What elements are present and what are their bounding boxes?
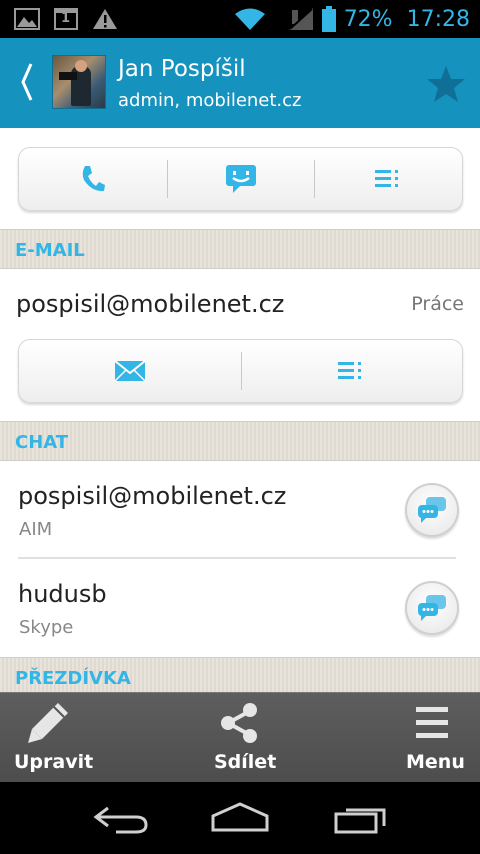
share-icon [221, 703, 257, 743]
edit-button[interactable]: Upravit [0, 693, 160, 782]
battery-icon [321, 6, 336, 32]
message-button[interactable] [166, 148, 315, 210]
contact-actions [18, 147, 463, 211]
calendar-day: 1 [61, 11, 71, 26]
home-icon[interactable] [205, 800, 275, 836]
signal-icon [288, 8, 313, 30]
warning-icon [93, 9, 117, 29]
back-chevron-icon[interactable] [20, 62, 34, 102]
email-more-button[interactable] [240, 340, 463, 402]
menu-button[interactable]: Menu [320, 693, 480, 782]
phone-icon [82, 166, 105, 192]
envelope-icon [114, 360, 146, 382]
section-title: PŘEZDÍVKA [15, 668, 131, 689]
chat-handle: hudusb [18, 580, 107, 608]
gallery-icon [14, 8, 40, 30]
email-actions [18, 339, 463, 403]
share-label: Sdílet [214, 751, 277, 773]
calendar-icon: 1 [54, 8, 78, 30]
more-actions-button[interactable] [314, 148, 462, 210]
section-title: E-MAIL [15, 240, 85, 261]
start-chat-button[interactable] [405, 483, 459, 537]
pencil-icon [28, 703, 68, 743]
menu-label: Menu [406, 751, 465, 773]
chat-bubble-icon [418, 595, 446, 621]
section-header-email: E-MAIL [0, 229, 480, 269]
action-bar: Jan Pospíšil admin, mobilenet.cz [0, 38, 480, 128]
recent-apps-icon[interactable] [328, 800, 398, 836]
start-chat-button[interactable] [405, 581, 459, 635]
chat-service: AIM [19, 519, 53, 540]
section-header-chat: CHAT [0, 421, 480, 461]
edit-label: Upravit [14, 751, 94, 773]
chat-handle: pospisil@mobilenet.cz [18, 482, 287, 510]
send-email-button[interactable] [19, 340, 241, 402]
list-icon [338, 362, 362, 379]
call-button[interactable] [19, 148, 167, 210]
chat-service: Skype [19, 617, 74, 638]
list-icon [375, 170, 399, 187]
avatar[interactable] [52, 55, 106, 109]
divider [18, 557, 456, 559]
status-bar: 1 72% 17:28 [0, 0, 480, 38]
bottom-toolbar: Upravit Sdílet Menu [0, 692, 480, 782]
section-title: CHAT [15, 432, 69, 453]
contact-name: Jan Pospíšil [118, 56, 246, 82]
contact-subtitle: admin, mobilenet.cz [118, 90, 302, 111]
section-header-nickname: PŘEZDÍVKA [0, 657, 480, 697]
star-icon[interactable] [426, 64, 466, 104]
back-icon[interactable] [86, 800, 156, 836]
menu-icon [416, 707, 448, 738]
navigation-bar [0, 782, 480, 854]
share-button[interactable]: Sdílet [160, 693, 320, 782]
clock: 17:28 [406, 6, 470, 32]
email-type: Práce [411, 293, 464, 315]
email-address[interactable]: pospisil@mobilenet.cz [16, 290, 284, 318]
wifi-icon [234, 8, 265, 30]
chat-bubble-icon [418, 497, 446, 523]
battery-percent: 72% [343, 6, 393, 32]
message-icon [225, 165, 256, 193]
